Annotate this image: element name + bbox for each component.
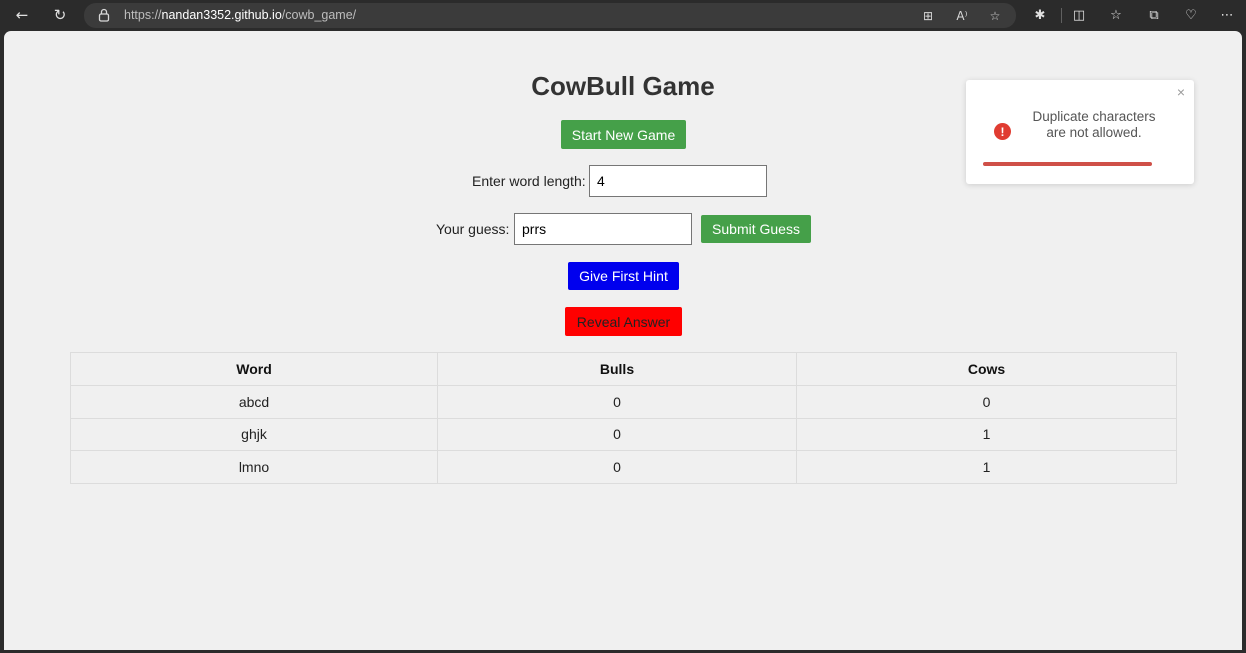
table-row: lmno 0 1 [70, 450, 1177, 485]
close-icon[interactable]: × [1174, 84, 1188, 100]
error-toast: ! Duplicate characters are not allowed. … [966, 80, 1194, 184]
back-arrow-icon[interactable]: ← [10, 4, 34, 26]
reveal-answer-button[interactable]: Reveal Answer [565, 307, 682, 336]
apps-icon[interactable]: ⊞ [919, 7, 937, 24]
collections-icon[interactable]: ⧉ [1143, 5, 1165, 25]
word-length-input[interactable] [589, 165, 767, 197]
toast-message: Duplicate characters are not allowed. [1032, 109, 1156, 140]
toolbar-divider [1061, 8, 1062, 23]
page-viewport: CowBull Game Start New Game Enter word l… [4, 31, 1242, 650]
cell-bulls: 0 [437, 417, 797, 452]
column-header-bulls: Bulls [437, 352, 797, 386]
guess-input[interactable] [514, 213, 692, 245]
refresh-icon[interactable]: ↻ [48, 4, 72, 26]
cell-cows: 1 [796, 417, 1177, 452]
address-bar[interactable]: https://nandan3352.github.io/cowb_game/ … [84, 3, 1016, 28]
extensions-icon[interactable]: ✱ [1029, 5, 1051, 25]
guess-label: Your guess: [436, 221, 510, 237]
give-first-hint-button[interactable]: Give First Hint [568, 262, 679, 290]
column-header-cows: Cows [796, 352, 1177, 386]
cell-bulls: 0 [437, 384, 797, 419]
cell-cows: 1 [796, 450, 1177, 485]
split-screen-icon[interactable]: ◫ [1068, 5, 1090, 25]
guess-history-table: Word Bulls Cows abcd 0 0 ghjk 0 1 lmno 0… [70, 352, 1177, 485]
url-text[interactable]: https://nandan3352.github.io/cowb_game/ [124, 8, 356, 22]
cell-word: lmno [70, 450, 438, 485]
favorite-star-icon[interactable]: ☆ [986, 7, 1004, 24]
table-row: ghjk 0 1 [70, 417, 1177, 452]
table-header-row: Word Bulls Cows [70, 352, 1177, 386]
start-new-game-button[interactable]: Start New Game [561, 120, 686, 149]
word-length-label: Enter word length: [472, 173, 586, 189]
read-aloud-icon[interactable]: A⁾ [953, 7, 971, 24]
site-info-icon[interactable] [98, 8, 110, 22]
error-icon: ! [994, 123, 1011, 140]
cell-cows: 0 [796, 384, 1177, 419]
browser-essentials-icon[interactable]: ♡ [1180, 5, 1202, 25]
more-menu-icon[interactable]: ⋯ [1216, 5, 1238, 25]
table-row: abcd 0 0 [70, 384, 1177, 419]
browser-toolbar: ← ↻ https://nandan3352.github.io/cowb_ga… [0, 0, 1246, 31]
submit-guess-button[interactable]: Submit Guess [701, 215, 811, 243]
column-header-word: Word [70, 352, 438, 386]
cell-word: ghjk [70, 417, 438, 452]
toast-progress-bar [983, 162, 1152, 166]
favorites-icon[interactable]: ☆ [1105, 5, 1127, 25]
cell-word: abcd [70, 384, 438, 419]
cell-bulls: 0 [437, 450, 797, 485]
